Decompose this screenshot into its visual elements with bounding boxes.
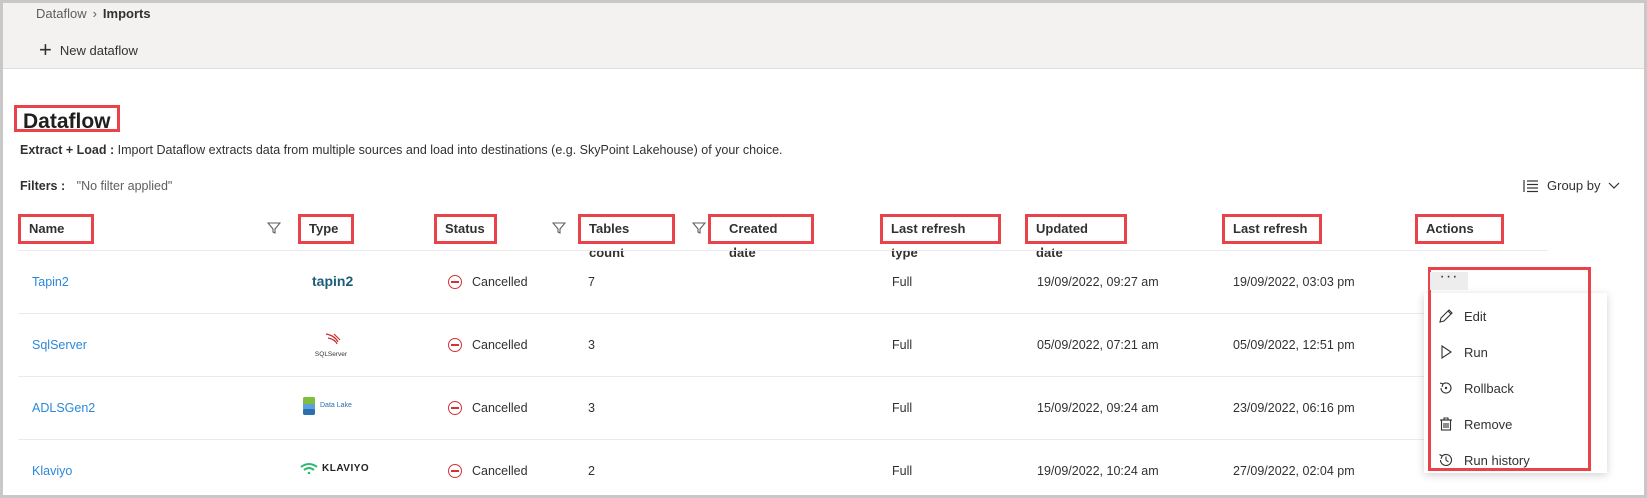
column-header-last-refresh[interactable]: Last refresh (1222, 214, 1322, 244)
dataflow-name-link[interactable]: SqlServer (32, 338, 87, 352)
column-header-tables-count[interactable]: Tables count (578, 214, 675, 260)
column-header-name[interactable]: Name (18, 214, 94, 244)
status-cell: Cancelled (448, 338, 528, 352)
command-bar: Dataflow › Imports + New dataflow (3, 0, 1644, 69)
filter-icon[interactable] (267, 221, 281, 235)
breadcrumb: Dataflow › Imports (36, 6, 151, 21)
data-lake-logo-text: Data Lake (320, 402, 352, 409)
status-cell: Cancelled (448, 401, 528, 415)
klaviyo-logo-text: KLAVIYO (322, 462, 370, 474)
status-cell: Cancelled (448, 464, 528, 478)
more-actions-button[interactable]: ··· (1430, 269, 1468, 290)
tapin2-logo: tapin2 (312, 273, 354, 289)
tables-count: 2 (588, 464, 595, 478)
row-divider (18, 313, 1548, 314)
column-header-created-date[interactable]: Created date (708, 214, 814, 260)
status-text: Cancelled (472, 338, 528, 352)
cancelled-icon (448, 401, 462, 415)
row-divider (18, 250, 1548, 251)
row-divider (18, 439, 1548, 440)
last-refresh-type: Full (892, 275, 913, 289)
group-by-button[interactable]: Group by (1523, 178, 1620, 193)
new-dataflow-button[interactable]: + New dataflow (39, 37, 138, 62)
cancelled-icon (448, 464, 462, 478)
tables-count: 7 (588, 275, 595, 289)
filter-icon[interactable] (552, 221, 566, 235)
data-lake-icon (303, 397, 315, 415)
window-frame (0, 0, 1647, 498)
group-by-label: Group by (1547, 178, 1601, 193)
filters-value: "No filter applied" (76, 179, 173, 193)
column-header-actions: Actions (1415, 214, 1504, 244)
page-description: Extract + Load : Import Dataflow extract… (20, 143, 783, 157)
klaviyo-wifi-icon (300, 463, 318, 474)
klaviyo-logo: KLAVIYO (300, 462, 369, 474)
column-header-status[interactable]: Status (434, 214, 497, 244)
breadcrumb-current: Imports (102, 6, 151, 21)
last-refresh-type: Full (892, 464, 913, 478)
last-refresh-type: Full (892, 338, 913, 352)
updated-date: 19/09/2022, 10:24 am (1037, 464, 1159, 478)
cancelled-icon (448, 338, 462, 352)
column-header-updated-date[interactable]: Updated date (1025, 214, 1127, 260)
updated-date: 05/09/2022, 07:21 am (1037, 338, 1159, 352)
status-cell: Cancelled (448, 275, 528, 289)
last-refresh: 23/09/2022, 06:16 pm (1233, 401, 1355, 415)
dataflow-name-link[interactable]: Klaviyo (32, 464, 72, 478)
filters-summary: Filters : "No filter applied" (20, 179, 172, 193)
row-divider (18, 376, 1548, 377)
last-refresh: 27/09/2022, 02:04 pm (1233, 464, 1355, 478)
chevron-right-icon: › (92, 6, 97, 21)
last-refresh: 05/09/2022, 12:51 pm (1233, 338, 1355, 352)
column-header-type[interactable]: Type (298, 214, 354, 244)
filters-label: Filters : (20, 179, 66, 193)
dataflow-name-link[interactable]: ADLSGen2 (32, 401, 95, 415)
updated-date: 15/09/2022, 09:24 am (1037, 401, 1159, 415)
status-text: Cancelled (472, 401, 528, 415)
actions-highlight (1428, 267, 1591, 471)
tables-count: 3 (588, 401, 595, 415)
sql-server-icon (325, 333, 341, 345)
new-dataflow-label: New dataflow (59, 42, 138, 58)
last-refresh-type: Full (892, 401, 913, 415)
sql-server-logo-text: SQLServer (314, 351, 348, 358)
breadcrumb-root[interactable]: Dataflow (36, 6, 87, 21)
tables-count: 3 (588, 338, 595, 352)
plus-icon: + (39, 37, 52, 62)
description-text: Import Dataflow extracts data from multi… (117, 143, 783, 157)
description-label: Extract + Load : (20, 143, 115, 157)
data-lake-logo: Data Lake (302, 395, 358, 417)
updated-date: 19/09/2022, 09:27 am (1037, 275, 1159, 289)
filter-icon[interactable] (692, 221, 706, 235)
column-header-last-refresh-type[interactable]: Last refresh type (880, 214, 1001, 260)
cancelled-icon (448, 275, 462, 289)
chevron-down-icon (1609, 182, 1620, 189)
page-title: Dataflow (14, 105, 120, 133)
list-icon (1523, 179, 1538, 192)
status-text: Cancelled (472, 275, 528, 289)
last-refresh: 19/09/2022, 03:03 pm (1233, 275, 1355, 289)
sql-server-logo: SQLServer (314, 332, 348, 358)
dataflow-name-link[interactable]: Tapin2 (32, 275, 69, 289)
status-text: Cancelled (472, 464, 528, 478)
